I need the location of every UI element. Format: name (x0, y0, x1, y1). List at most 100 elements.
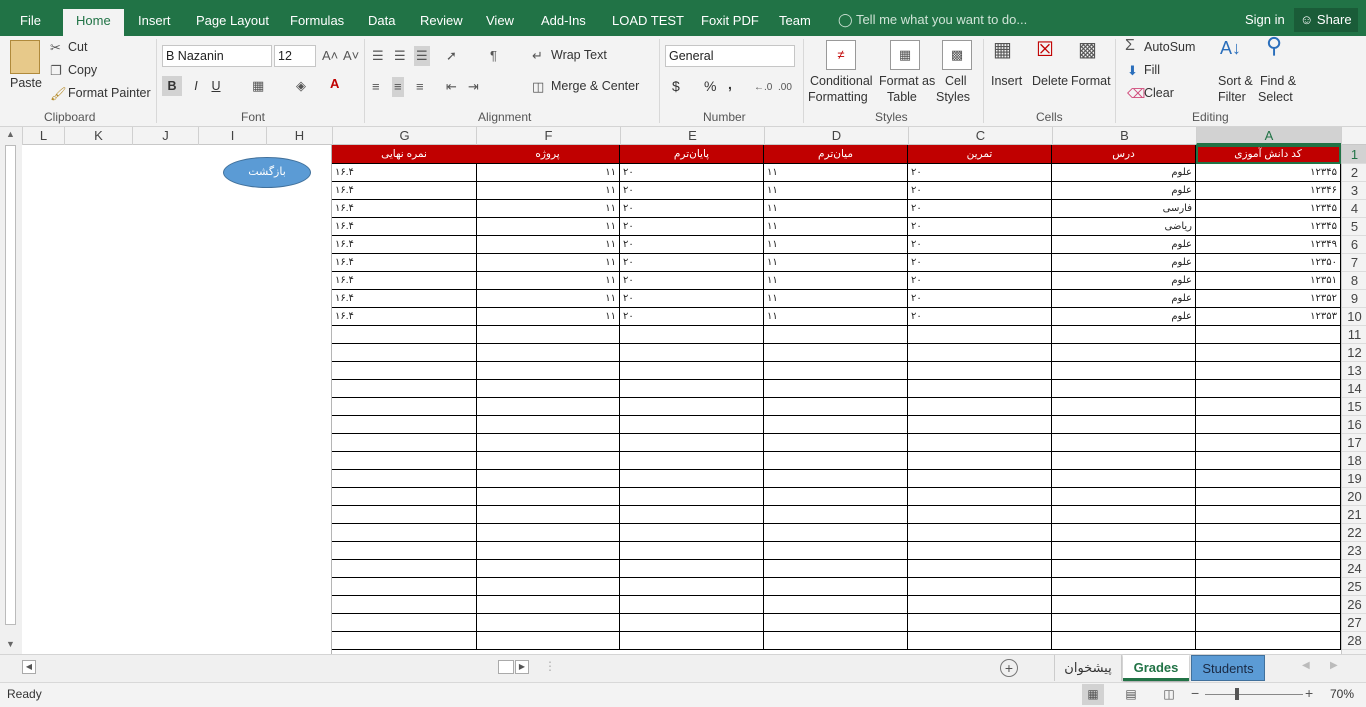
empty-cell[interactable] (764, 632, 908, 650)
page-layout-view-icon[interactable]: ▤ (1120, 684, 1142, 705)
empty-cell[interactable] (764, 416, 908, 434)
row-header[interactable]: 20 (1342, 488, 1366, 506)
empty-cell[interactable] (764, 326, 908, 344)
conditional-formatting-line1[interactable]: Conditional (810, 74, 873, 88)
empty-cell[interactable] (620, 362, 764, 380)
data-cell[interactable]: علوم (1052, 236, 1196, 254)
empty-cell[interactable] (620, 524, 764, 542)
row-header[interactable]: 19 (1342, 470, 1366, 488)
column-header[interactable]: C (908, 127, 1052, 145)
align-bottom-icon[interactable]: ☰ (414, 46, 430, 66)
row-header[interactable]: 5 (1342, 218, 1366, 236)
empty-cell[interactable] (1052, 614, 1196, 632)
row-header[interactable]: 3 (1342, 182, 1366, 200)
find-select-line1[interactable]: Find & (1260, 74, 1296, 88)
empty-cell[interactable] (332, 434, 477, 452)
conditional-formatting-line2[interactable]: Formatting (808, 90, 868, 104)
empty-cell[interactable] (476, 326, 620, 344)
data-cell[interactable]: علوم (1052, 308, 1196, 326)
empty-cell[interactable] (1196, 416, 1341, 434)
italic-button[interactable]: I (188, 76, 204, 96)
empty-cell[interactable] (908, 362, 1052, 380)
data-cell[interactable]: ۲۰ (620, 254, 764, 272)
row-header[interactable]: 1 (1342, 145, 1366, 164)
empty-cell[interactable] (476, 380, 620, 398)
scroll-down-icon[interactable]: ▼ (6, 639, 15, 649)
data-cell[interactable]: ۱۲۳۴۵ (1196, 218, 1341, 236)
data-cell[interactable]: ۱۲۳۵۳ (1196, 308, 1341, 326)
row-header[interactable]: 12 (1342, 344, 1366, 362)
data-cell[interactable]: ۲۰ (620, 290, 764, 308)
tab-home[interactable]: Home (63, 9, 124, 36)
empty-cell[interactable] (764, 578, 908, 596)
tab-view[interactable]: View (486, 0, 514, 36)
horizontal-scroll-thumb[interactable] (498, 660, 514, 674)
empty-cell[interactable] (332, 326, 477, 344)
row-header[interactable]: 28 (1342, 632, 1366, 650)
data-cell[interactable]: ۱۱ (476, 236, 620, 254)
normal-view-icon[interactable]: ▦ (1082, 684, 1104, 705)
number-format-select[interactable]: General (665, 45, 795, 67)
empty-cell[interactable] (476, 416, 620, 434)
empty-cell[interactable] (1052, 398, 1196, 416)
empty-cell[interactable] (620, 470, 764, 488)
decrease-indent-icon[interactable]: ⇤ (446, 79, 457, 95)
row-header[interactable]: 27 (1342, 614, 1366, 632)
data-cell[interactable]: ۱۱ (764, 254, 908, 272)
empty-cell[interactable] (908, 614, 1052, 632)
data-cell[interactable]: ۱۶.۴ (332, 290, 477, 308)
tell-me-search[interactable]: ◯ Tell me what you want to do... (838, 12, 1027, 28)
empty-cell[interactable] (908, 506, 1052, 524)
empty-cell[interactable] (332, 542, 477, 560)
empty-cell[interactable] (764, 542, 908, 560)
empty-cell[interactable] (332, 632, 477, 650)
empty-cell[interactable] (476, 632, 620, 650)
empty-cell[interactable] (476, 524, 620, 542)
row-header[interactable]: 16 (1342, 416, 1366, 434)
decrease-decimal-icon[interactable]: .00 (778, 80, 792, 96)
empty-cell[interactable] (332, 398, 477, 416)
font-name-select[interactable]: B Nazanin (162, 45, 272, 67)
align-top-icon[interactable]: ☰ (372, 48, 384, 64)
empty-cell[interactable] (1196, 596, 1341, 614)
empty-cell[interactable] (1196, 614, 1341, 632)
zoom-slider-thumb[interactable] (1235, 688, 1239, 700)
column-header[interactable]: A (1196, 127, 1341, 145)
delete-cells-button[interactable]: Delete (1032, 74, 1068, 88)
header-cell[interactable]: درس (1052, 145, 1196, 164)
row-header[interactable]: 9 (1342, 290, 1366, 308)
find-select-line2[interactable]: Select (1258, 90, 1293, 104)
empty-cell[interactable] (1196, 470, 1341, 488)
format-as-table-line1[interactable]: Format as (879, 74, 935, 88)
empty-cell[interactable] (476, 578, 620, 596)
empty-cell[interactable] (764, 362, 908, 380)
tab-addins[interactable]: Add-Ins (541, 0, 586, 36)
align-center-icon[interactable]: ≡ (392, 77, 404, 97)
empty-cell[interactable] (332, 344, 477, 362)
empty-cell[interactable] (1196, 506, 1341, 524)
data-cell[interactable]: ۱۱ (476, 308, 620, 326)
format-as-table-line2[interactable]: Table (887, 90, 917, 104)
data-cell[interactable]: ۱۶.۴ (332, 164, 477, 182)
data-cell[interactable]: علوم (1052, 290, 1196, 308)
data-cell[interactable]: ۱۶.۴ (332, 272, 477, 290)
data-cell[interactable]: علوم (1052, 272, 1196, 290)
rtl-paragraph-icon[interactable]: ¶ (490, 48, 497, 64)
empty-cell[interactable] (1052, 416, 1196, 434)
data-cell[interactable]: ۲۰ (620, 236, 764, 254)
cut-button[interactable]: Cut (68, 40, 87, 54)
row-header[interactable]: 24 (1342, 560, 1366, 578)
header-cell[interactable]: پروژه (476, 145, 620, 164)
empty-cell[interactable] (620, 596, 764, 614)
empty-cell[interactable] (332, 578, 477, 596)
empty-cell[interactable] (1196, 380, 1341, 398)
empty-cell[interactable] (620, 560, 764, 578)
data-cell[interactable]: ۱۱ (476, 218, 620, 236)
empty-cell[interactable] (1052, 560, 1196, 578)
align-left-icon[interactable]: ≡ (372, 79, 380, 95)
empty-cell[interactable] (1196, 452, 1341, 470)
tab-insert[interactable]: Insert (138, 0, 171, 36)
data-cell[interactable]: ۱۱ (764, 164, 908, 182)
empty-cell[interactable] (1196, 560, 1341, 578)
empty-cell[interactable] (1196, 434, 1341, 452)
